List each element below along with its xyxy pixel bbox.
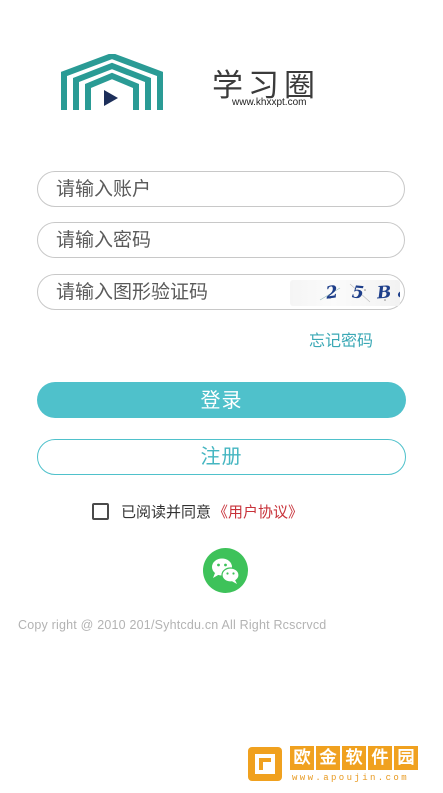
watermark-char: 件	[368, 746, 392, 770]
copyright-text: Copy right @ 2010 201/Syhtcdu.cn All Rig…	[18, 618, 327, 632]
captcha-input[interactable]	[56, 275, 286, 309]
wechat-icon	[212, 558, 240, 584]
wechat-login-button[interactable]	[203, 548, 248, 593]
account-field[interactable]	[37, 171, 405, 207]
captcha-image[interactable]: 2 5 B 8	[290, 280, 400, 306]
captcha-field[interactable]: 2 5 B 8	[37, 274, 405, 310]
app-website: www.khxxpt.com	[232, 97, 307, 108]
agreement-checkbox[interactable]	[92, 502, 109, 520]
watermark-char: 金	[316, 746, 340, 770]
watermark-char: 欧	[290, 746, 314, 770]
captcha-char: 2	[324, 282, 340, 304]
login-button[interactable]: 登录	[37, 382, 406, 418]
watermark-logo	[248, 747, 282, 781]
watermark-title: 欧 金 软 件 园	[290, 746, 420, 770]
account-input[interactable]	[56, 172, 286, 206]
agreement-text: 已阅读并同意	[121, 502, 212, 521]
register-button[interactable]: 注册	[37, 439, 406, 475]
password-field[interactable]	[37, 222, 405, 258]
password-input[interactable]	[56, 223, 286, 257]
agreement-row: 已阅读并同意 《用户协议》	[92, 500, 303, 522]
captcha-char: B	[376, 282, 393, 304]
watermark-char: 园	[394, 746, 418, 770]
watermark-char: 软	[342, 746, 366, 770]
watermark-url: www.apoujin.com	[292, 773, 410, 783]
user-agreement-link[interactable]: 《用户协议》	[213, 501, 303, 522]
captcha-char: 5	[350, 282, 365, 304]
forgot-password-link[interactable]: 忘记密码	[309, 327, 373, 351]
app-logo	[61, 54, 163, 110]
